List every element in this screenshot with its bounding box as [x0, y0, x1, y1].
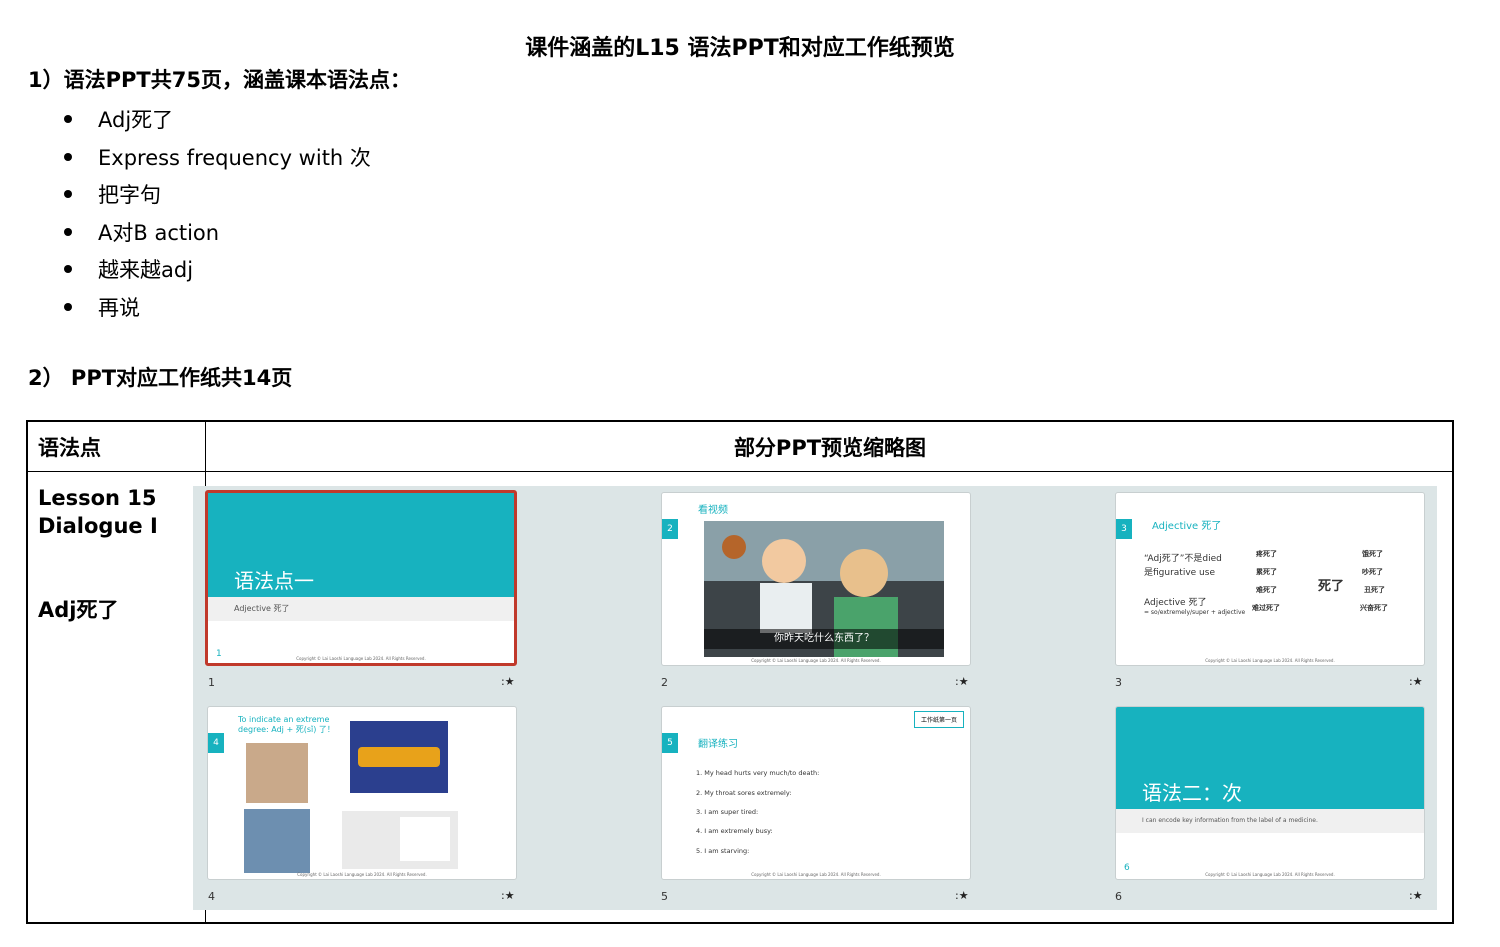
slide-copyright: Copyright © Lai Laoshi Language Lab 2024…	[751, 872, 881, 877]
bullet-text: 越来越adj	[98, 258, 194, 282]
bullet-dot	[64, 190, 72, 198]
slide-text: = so/extremely/super + adjective	[1144, 609, 1246, 616]
bullet-text: A对B action	[98, 221, 220, 245]
slide-index: 6	[1115, 890, 1122, 903]
exercise-item: 2. My throat sores extremely:	[696, 789, 792, 797]
slide-index: 1	[208, 676, 215, 689]
slide-copyright: Copyright © Lai Laoshi Language Lab 2024…	[1205, 658, 1335, 663]
photo-shirt	[342, 811, 458, 869]
table-header-preview: 部分PPT预览缩略图	[733, 436, 927, 460]
slide-text: 是figurative use	[1144, 568, 1215, 578]
bullet-dot	[64, 115, 72, 123]
bullet-text: 再说	[98, 296, 140, 320]
photo-forecast	[350, 721, 448, 793]
video-caption: 你昨天吃什么东西了？	[704, 629, 944, 649]
word-item: 难死了	[1256, 586, 1277, 594]
star-icon[interactable]: :★	[501, 675, 515, 688]
bullet-item: 把字句	[64, 179, 161, 209]
exercise-item: 4. I am extremely busy:	[696, 827, 773, 835]
slide-text: “Adj死了”不是died	[1144, 554, 1222, 564]
word-item: 兴奋死了	[1360, 604, 1388, 612]
slide-thumbnail-grid: 语法点一 Adjective 死了 1 Copyright © Lai Laos…	[193, 486, 1437, 910]
star-icon[interactable]: :★	[1409, 889, 1423, 902]
slide-index: 5	[661, 890, 668, 903]
slide-index: 4	[208, 890, 215, 903]
slide-badge: 4	[208, 733, 224, 753]
slide-badge: 2	[662, 519, 678, 539]
slide-copyright: Copyright © Lai Laoshi Language Lab 2024…	[1205, 872, 1335, 877]
slide-thumbnail-2[interactable]: 2 看视频 你昨天吃什么东西了？ Copyright © Lai Laoshi …	[661, 492, 971, 666]
slide-title: To indicate an extreme degree: Adj + 死(s…	[238, 715, 335, 734]
word-item: 累死了	[1256, 568, 1277, 576]
slide-badge: 3	[1116, 519, 1132, 539]
grammar-table: 语法点 部分PPT预览缩略图 Lesson 15 Dialogue I Adj死…	[26, 420, 1454, 924]
slide-thumbnail-5[interactable]: 5 翻译练习 工作纸第一页 1. My head hurts very much…	[661, 706, 971, 880]
slide-thumbnail-3[interactable]: 3 Adjective 死了 “Adj死了”不是died 是figurative…	[1115, 492, 1425, 666]
bullet-dot	[64, 265, 72, 273]
star-icon[interactable]: :★	[1409, 675, 1423, 688]
slide-thumbnail-1[interactable]: 语法点一 Adjective 死了 1 Copyright © Lai Laos…	[205, 490, 517, 666]
bullet-text: Adj死了	[98, 108, 174, 132]
bullet-item: Express frequency with 次	[64, 142, 371, 172]
star-icon[interactable]: :★	[501, 889, 515, 902]
table-divider	[28, 471, 1454, 472]
section-2-heading: 2） PPT对应工作纸共14页	[28, 366, 293, 390]
exercise-item: 1. My head hurts very much/to death:	[696, 769, 820, 777]
table-header-grammar: 语法点	[38, 436, 101, 460]
bullet-dot	[64, 153, 72, 161]
star-icon[interactable]: :★	[955, 889, 969, 902]
slide-title: 语法点一	[234, 569, 314, 593]
video-frame: 你昨天吃什么东西了？	[704, 521, 944, 657]
slide-thumbnail-4[interactable]: 4 To indicate an extreme degree: Adj + 死…	[207, 706, 517, 880]
word-item: 丑死了	[1364, 586, 1385, 594]
slide-thumbnail-6[interactable]: 语法二：次 I can encode key information from …	[1115, 706, 1425, 880]
slide-subtitle: Adjective 死了	[234, 604, 290, 613]
slide-title: 语法二：次	[1142, 781, 1242, 805]
photo-cold	[244, 809, 310, 873]
slide-title: 翻译练习	[698, 739, 738, 750]
slide-title: Adjective 死了	[1152, 521, 1222, 532]
shirt-shape	[400, 817, 450, 861]
bullet-item: A对B action	[64, 217, 219, 247]
photo-baby	[246, 743, 308, 803]
forecast-icons	[358, 747, 440, 767]
lesson-label: Lesson 15 Dialogue I	[38, 484, 158, 540]
slide-title: 看视频	[698, 505, 728, 516]
bullet-dot	[64, 228, 72, 236]
center-word: 死了	[1318, 579, 1345, 594]
exercise-item: 5. I am starving:	[696, 847, 750, 855]
word-item: 饿死了	[1362, 550, 1383, 558]
slide-index: 3	[1115, 676, 1122, 689]
bullet-text: 把字句	[98, 183, 161, 207]
word-item: 疼死了	[1256, 550, 1277, 558]
slide-badge: 5	[662, 733, 678, 753]
grammar-point-label: Adj死了	[38, 598, 119, 622]
slide-copyright: Copyright © Lai Laoshi Language Lab 2024…	[297, 872, 427, 877]
worksheet-tag: 工作纸第一页	[913, 711, 964, 728]
star-icon[interactable]: :★	[955, 675, 969, 688]
bullet-item: Adj死了	[64, 104, 173, 134]
page-title: 课件涵盖的L15 语法PPT和对应工作纸预览	[525, 36, 955, 61]
dialogue-label: Dialogue I	[38, 514, 158, 538]
bullet-dot	[64, 303, 72, 311]
slide-text: Adjective 死了	[1144, 598, 1207, 608]
bullet-item: 越来越adj	[64, 254, 193, 284]
slide-copyright: Copyright © Lai Laoshi Language Lab 2024…	[296, 656, 426, 661]
bullet-item: 再说	[64, 292, 140, 322]
lesson-number: Lesson 15	[38, 486, 157, 510]
slide-copyright: Copyright © Lai Laoshi Language Lab 2024…	[751, 658, 881, 663]
exercise-item: 3. I am super tired:	[696, 808, 759, 816]
word-item: 难过死了	[1252, 604, 1280, 612]
section-1-heading: 1）语法PPT共75页，涵盖课本语法点：	[28, 68, 411, 92]
bullet-text: Express frequency with 次	[98, 146, 371, 170]
slide-index: 2	[661, 676, 668, 689]
slide-subtitle: I can encode key information from the la…	[1142, 817, 1318, 824]
word-item: 吵死了	[1362, 568, 1383, 576]
